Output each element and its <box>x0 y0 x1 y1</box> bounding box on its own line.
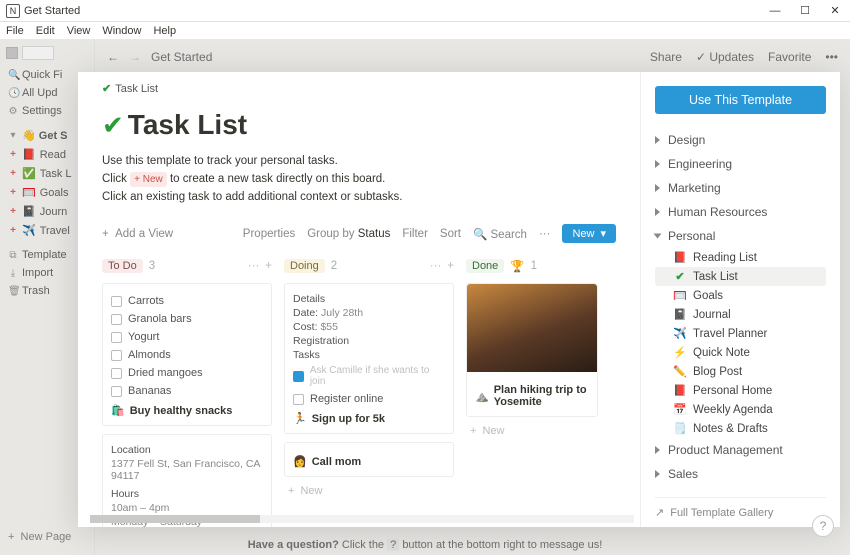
column-add-icon[interactable]: + <box>265 260 272 272</box>
caret-right-icon <box>655 136 660 144</box>
template-description: Use this template to track your personal… <box>102 153 616 206</box>
column-add-icon[interactable]: + <box>447 260 454 272</box>
chevron-down-icon: ▾ <box>600 227 606 240</box>
board-column-todo: To Do 3 ··· + Carrots Granola bars Yogurt… <box>102 257 272 527</box>
caret-right-icon <box>655 208 660 216</box>
card-cover-image <box>467 284 597 372</box>
bag-icon: 🛍️ <box>111 404 125 417</box>
trophy-icon: 🏆 <box>510 259 524 273</box>
column-more-icon[interactable]: ··· <box>248 260 260 272</box>
menu-edit[interactable]: Edit <box>36 25 55 37</box>
window-titlebar: N Get Started — ☐ ✕ <box>0 0 850 22</box>
column-count: 1 <box>531 260 537 272</box>
template-personal-home[interactable]: 📕Personal Home <box>655 381 826 400</box>
column-count: 3 <box>149 260 155 272</box>
checkbox-checked-icon[interactable] <box>293 371 304 382</box>
category-personal[interactable]: Personal <box>655 224 826 248</box>
card-yosemite[interactable]: ⛰️Plan hiking trip to Yosemite <box>466 283 598 417</box>
add-card-done[interactable]: + New <box>466 417 598 445</box>
checkbox-icon[interactable] <box>111 296 122 307</box>
checkbox-icon[interactable] <box>111 350 122 361</box>
window-minimize[interactable]: — <box>760 0 790 22</box>
database-toolbar: + Add a View Properties Group by Status … <box>102 224 616 243</box>
status-tag-doing: Doing <box>284 259 325 273</box>
woman-icon: 👩 <box>293 455 307 468</box>
check-icon: ✔ <box>673 270 687 283</box>
menu-file[interactable]: File <box>6 25 24 37</box>
crumb-title[interactable]: Task List <box>115 83 158 95</box>
search-button[interactable]: 🔍 Search <box>473 227 527 241</box>
template-task-list[interactable]: ✔Task List <box>655 267 826 286</box>
template-goals[interactable]: 🥅Goals <box>655 286 826 305</box>
card-buy-snacks[interactable]: Carrots Granola bars Yogurt Almonds Drie… <box>102 283 272 426</box>
app-icon: N <box>6 4 20 18</box>
template-quick-note[interactable]: ⚡Quick Note <box>655 343 826 362</box>
category-sales[interactable]: Sales <box>655 462 826 486</box>
category-marketing[interactable]: Marketing <box>655 176 826 200</box>
checkbox-icon[interactable] <box>111 314 122 325</box>
help-button[interactable]: ? <box>812 515 834 537</box>
category-engineering[interactable]: Engineering <box>655 152 826 176</box>
template-journal[interactable]: 📓Journal <box>655 305 826 324</box>
menu-window[interactable]: Window <box>102 25 141 37</box>
category-product-management[interactable]: Product Management <box>655 438 826 462</box>
checkmark-icon: ✔ <box>102 110 124 141</box>
group-by-button[interactable]: Group by Status <box>307 228 390 240</box>
template-reading-list[interactable]: 📕Reading List <box>655 248 826 267</box>
caret-right-icon <box>655 446 660 454</box>
window-close[interactable]: ✕ <box>820 0 850 22</box>
menu-bar: File Edit View Window Help <box>0 22 850 40</box>
add-card-doing[interactable]: + New <box>284 477 454 505</box>
scroll-thumb[interactable] <box>90 515 260 523</box>
column-count: 2 <box>331 260 337 272</box>
sort-button[interactable]: Sort <box>440 228 461 240</box>
template-blog-post[interactable]: ✏️Blog Post <box>655 362 826 381</box>
caret-down-icon <box>654 234 662 239</box>
menu-view[interactable]: View <box>67 25 91 37</box>
page-title: Task List <box>128 109 247 141</box>
use-template-button[interactable]: Use This Template <box>655 86 826 114</box>
mountain-icon: ⛰️ <box>475 390 489 403</box>
status-tag-done: Done <box>466 259 504 273</box>
new-chip: + New <box>130 172 167 188</box>
checkbox-icon[interactable] <box>111 386 122 397</box>
checkbox-icon[interactable] <box>111 368 122 379</box>
category-design[interactable]: Design <box>655 128 826 152</box>
menu-help[interactable]: Help <box>153 25 176 37</box>
caret-right-icon <box>655 160 660 168</box>
full-template-gallery[interactable]: ↗ Full Template Gallery <box>655 497 826 519</box>
card-call-mom[interactable]: 👩Call mom <box>284 442 454 477</box>
status-tag-todo: To Do <box>102 259 143 273</box>
template-weekly-agenda[interactable]: 📅Weekly Agenda <box>655 400 826 419</box>
template-gallery: Use This Template Design Engineering Mar… <box>640 72 840 527</box>
card-signup-5k[interactable]: Details Date: July 28th Cost: $55 Regist… <box>284 283 454 434</box>
window-title: Get Started <box>24 5 760 17</box>
caret-right-icon <box>655 184 660 192</box>
add-view-button[interactable]: + Add a View <box>102 228 173 240</box>
checkbox-icon[interactable] <box>111 332 122 343</box>
category-hr[interactable]: Human Resources <box>655 200 826 224</box>
more-icon[interactable]: ··· <box>539 228 551 240</box>
card-location[interactable]: Location 1377 Fell St, San Francisco, CA… <box>102 434 272 527</box>
board-column-done: Done 🏆 1 ⛰️Plan hiking trip to Yosemite … <box>466 257 598 527</box>
kanban-board: To Do 3 ··· + Carrots Granola bars Yogurt… <box>102 257 616 527</box>
template-travel-planner[interactable]: ✈️Travel Planner <box>655 324 826 343</box>
checkbox-icon[interactable] <box>293 394 304 405</box>
board-column-doing: Doing 2 ··· + Details Date: July 28th Cos… <box>284 257 454 527</box>
column-more-icon[interactable]: ··· <box>430 260 442 272</box>
horizontal-scrollbar[interactable] <box>90 515 634 523</box>
check-icon: ✔ <box>102 82 111 95</box>
new-button[interactable]: New▾ <box>562 224 616 243</box>
properties-button[interactable]: Properties <box>243 228 295 240</box>
template-notes-drafts[interactable]: 🗒️Notes & Drafts <box>655 419 826 438</box>
template-modal: ✔ Task List ✔ Task List Use this templat… <box>78 72 840 527</box>
caret-right-icon <box>655 470 660 478</box>
window-maximize[interactable]: ☐ <box>790 0 820 22</box>
filter-button[interactable]: Filter <box>402 228 428 240</box>
runner-icon: 🏃 <box>293 412 307 425</box>
